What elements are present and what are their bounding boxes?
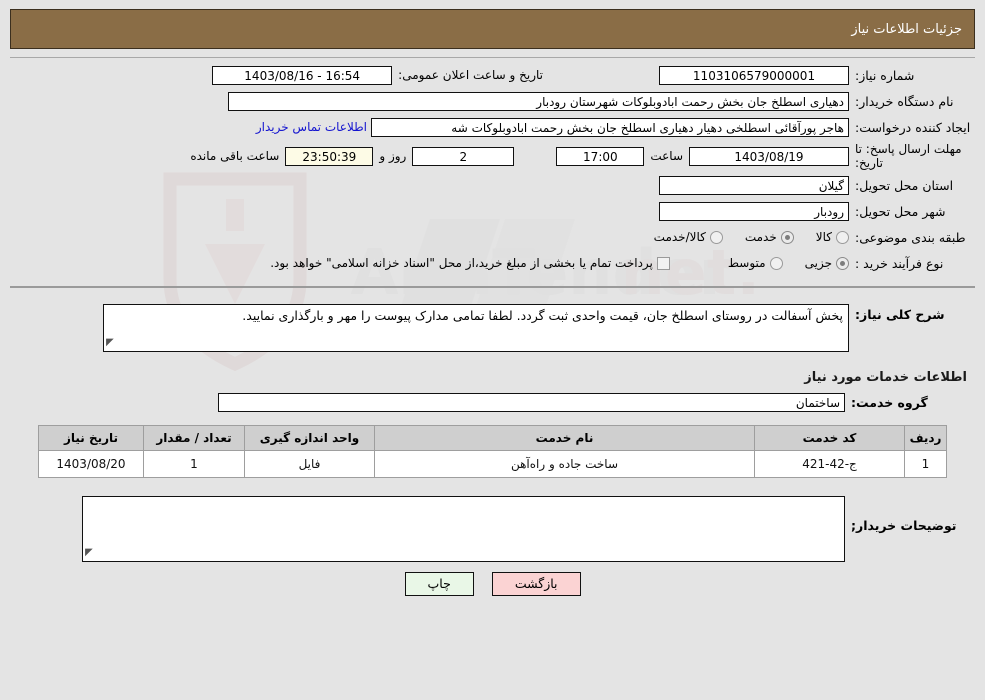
row-buyer-org: نام دستگاه خریدار: دهیاری اسطلخ جان بخش … [10,90,975,112]
public-announce-field: 16:54 - 1403/08/16 [212,65,393,85]
requester-field: هاجر پورآقائی اسطلخی دهیار دهیاری اسطلخ … [371,117,849,137]
buyer-org-field: دهیاری اسطلخ جان بخش رحمت ابادوبلوکات شه… [228,91,849,111]
province-label: استان محل تحویل: [855,177,954,193]
col-index: ردیف [904,425,947,451]
row-city: شهر محل تحویل: رودبار [10,200,975,222]
description-label: شرح کلی نیاز: [855,307,945,322]
row-requester: ایجاد کننده درخواست: هاجر پورآقائی اسطلخ… [10,116,975,138]
radio-khedmat-icon[interactable] [780,230,794,244]
purchase-process-label: نوع فرآیند خرید : [855,255,944,271]
col-name: نام خدمت [374,425,755,451]
province-field: گیلان [659,175,849,195]
cell-need-date: 1403/08/20 [38,450,144,478]
radio-motavaset-icon[interactable] [769,256,783,270]
category-option-khedmat[interactable]: خدمت [745,230,794,244]
city-label: شهر محل تحویل: [855,203,946,219]
row-category: طبقه بندی موضوعی: کالا خدمت کالا/خدمت [10,226,975,248]
treasury-docs-label: پرداخت تمام یا بخشی از مبلغ خرید،از محل … [270,256,653,270]
remaining-days-field: 2 [412,146,515,166]
remaining-hours-label: ساعت باقی مانده [190,149,280,163]
description-textarea[interactable]: پخش آسفالت در روستای اسطلخ جان، قیمت واح… [103,304,849,352]
back-button[interactable]: بازگشت [491,572,581,596]
row-purchase-process: نوع فرآیند خرید : جزیی متوسط پرداخت تمام… [10,252,975,274]
col-quantity: تعداد / مقدار [143,425,245,451]
row-need-number: شماره نیاز: 1103106579000001 تاریخ و ساع… [10,64,975,86]
services-table-wrapper: ردیف کد خدمت نام خدمت واحد اندازه گیری ت… [0,425,985,478]
col-unit: واحد اندازه گیری [244,425,375,451]
buyer-notes-label: توضیحات خریدار; [851,518,957,533]
treasury-docs-checkbox-group[interactable]: پرداخت تمام یا بخشی از مبلغ خرید،از محل … [270,256,670,270]
description-panel: شرح کلی نیاز: پخش آسفالت در روستای اسطلخ… [10,296,975,364]
cell-name: ساخت جاده و راه‌آهن [374,450,755,478]
category-label: طبقه بندی موضوعی: [855,229,966,245]
treasury-docs-checkbox-icon[interactable] [656,256,670,270]
services-section: اطلاعات خدمات مورد نیاز گروه خدمت: ساختم… [10,370,971,413]
cell-code: ج-42-421 [754,450,905,478]
deadline-time-field: 17:00 [556,146,645,166]
days-label: روز و [379,149,407,163]
city-field: رودبار [659,201,849,221]
process-option-motavaset-label: متوسط [727,256,766,270]
page-root: جزئیات اطلاعات نیاز شماره نیاز: 11031065… [0,9,985,596]
process-option-jozi[interactable]: جزیی [805,256,849,270]
category-option-kala-khedmat[interactable]: کالا/خدمت [654,230,723,244]
category-option-khedmat-label: خدمت [744,230,777,244]
cell-unit: فایل [244,450,375,478]
row-service-group: گروه خدمت: ساختمان [10,391,971,413]
row-buyer-notes: توضیحات خریدار; ◥ [10,496,971,562]
process-option-motavaset[interactable]: متوسط [728,256,783,270]
service-group-field: ساختمان [218,392,845,412]
service-group-label: گروه خدمت: [851,394,928,410]
row-deadline: مهلت ارسال پاسخ: تا تاریخ: 1403/08/19 سا… [10,142,975,170]
hour-label: ساعت [650,149,683,163]
countdown-field: 23:50:39 [285,146,374,166]
services-table: ردیف کد خدمت نام خدمت واحد اندازه گیری ت… [38,425,947,478]
category-option-kala[interactable]: کالا [816,230,849,244]
need-number-field: 1103106579000001 [659,65,849,85]
resize-grip-icon[interactable]: ◥ [106,334,114,351]
need-info-panel: شماره نیاز: 1103106579000001 تاریخ و ساع… [10,57,975,288]
need-number-label: شماره نیاز: [855,67,915,83]
print-button[interactable]: چاپ [404,572,474,596]
public-announce-label: تاریخ و ساعت اعلان عمومی: [398,68,543,82]
deadline-date-field: 1403/08/19 [689,146,849,166]
col-code: کد خدمت [754,425,905,451]
radio-kala-icon[interactable] [836,230,849,244]
table-row: 1 ج-42-421 ساخت جاده و راه‌آهن فایل 1 14… [38,450,947,478]
row-province: استان محل تحویل: گیلان [10,174,975,196]
category-option-kala-khedmat-label: کالا/خدمت [653,230,706,244]
deadline-label: مهلت ارسال پاسخ: تا تاریخ: [855,142,962,170]
requester-label: ایجاد کننده درخواست: [855,119,971,135]
services-section-title: اطلاعات خدمات مورد نیاز [804,370,967,385]
buyer-notes-textarea[interactable]: ◥ [82,496,845,562]
page-title: جزئیات اطلاعات نیاز [851,21,962,37]
footer-buttons: بازگشت چاپ [0,572,985,596]
col-need-date: تاریخ نیاز [38,425,144,451]
resize-grip-icon-notes[interactable]: ◥ [85,544,93,561]
cell-index: 1 [904,450,947,478]
buyer-notes-section: توضیحات خریدار; ◥ [10,496,971,562]
description-text: پخش آسفالت در روستای اسطلخ جان، قیمت واح… [242,308,843,323]
page-header: جزئیات اطلاعات نیاز [10,9,975,49]
radio-jozi-icon[interactable] [836,256,849,270]
cell-quantity: 1 [143,450,245,478]
process-option-jozi-label: جزیی [804,256,832,270]
buyer-org-label: نام دستگاه خریدار: [855,93,954,109]
row-description: شرح کلی نیاز: پخش آسفالت در روستای اسطلخ… [10,304,975,352]
buyer-contact-link[interactable]: اطلاعات تماس خریدار [252,120,371,134]
radio-kala-khedmat-icon[interactable] [709,230,723,244]
table-header-row: ردیف کد خدمت نام خدمت واحد اندازه گیری ت… [38,425,947,451]
category-option-kala-label: کالا [815,230,832,244]
